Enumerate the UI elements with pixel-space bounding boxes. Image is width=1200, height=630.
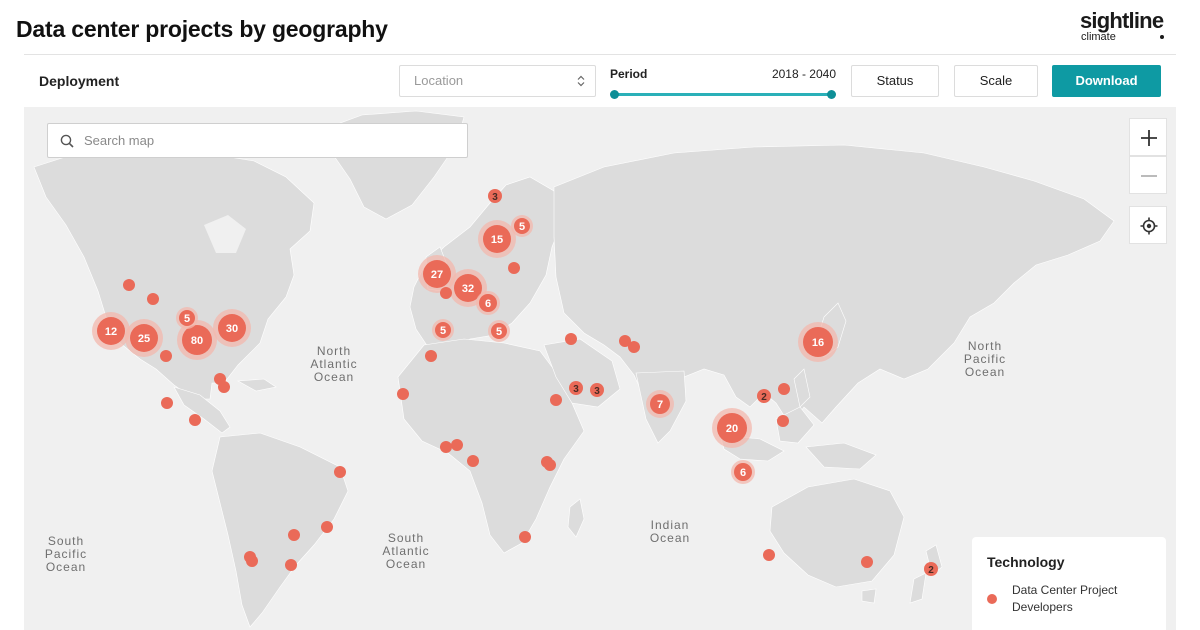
status-label: Status [876, 73, 914, 88]
project-marker[interactable] [861, 556, 873, 568]
project-marker[interactable] [628, 341, 640, 353]
ocean-label-south-atlantic: South Atlantic Ocean [382, 531, 430, 571]
legend-swatch [987, 594, 997, 604]
minus-icon [1141, 175, 1157, 177]
download-button[interactable]: Download [1052, 65, 1161, 113]
location-placeholder: Location [414, 73, 464, 88]
project-marker[interactable] [440, 441, 452, 453]
period-range: 2018 - 2040 [771, 67, 836, 81]
project-marker[interactable] [246, 555, 258, 567]
cluster-count: 3 [492, 192, 498, 203]
cluster-count: 5 [184, 313, 190, 325]
cluster-count: 32 [462, 283, 474, 295]
project-marker[interactable] [160, 350, 172, 362]
search-input[interactable]: Search map [47, 123, 468, 158]
project-marker[interactable] [451, 439, 463, 451]
project-marker[interactable] [778, 383, 790, 395]
project-marker[interactable] [565, 333, 577, 345]
project-marker[interactable] [467, 455, 479, 467]
toolbar-title: Deployment [39, 73, 120, 89]
page-title: Data center projects by geography [16, 16, 388, 42]
status-button[interactable]: Status [851, 65, 939, 113]
project-marker[interactable] [285, 559, 297, 571]
cluster-count: 80 [191, 335, 203, 347]
cluster-count: 25 [138, 333, 150, 345]
cluster-count: 5 [519, 221, 525, 233]
locate-button[interactable] [1129, 206, 1167, 244]
cluster-count: 7 [657, 399, 663, 411]
cluster-count: 3 [573, 384, 579, 395]
ocean-label-south-pacific: South Pacific Ocean [44, 534, 88, 574]
legend: Technology Data Center Project Developer… [972, 537, 1166, 630]
project-marker[interactable] [777, 415, 789, 427]
project-marker[interactable] [321, 521, 333, 533]
cluster-count: 12 [105, 326, 117, 338]
ocean-label-indian: Indian Ocean [649, 518, 691, 545]
period-start-handle[interactable] [610, 90, 619, 99]
cluster-count: 2 [928, 565, 934, 576]
project-marker[interactable] [334, 466, 346, 478]
zoom-out-button[interactable] [1129, 156, 1167, 194]
ocean-label-north-pacific: North Pacific Ocean [963, 339, 1007, 379]
cluster-count: 6 [740, 467, 746, 479]
project-marker[interactable] [425, 350, 437, 362]
search-icon [60, 134, 74, 148]
project-marker[interactable] [161, 397, 173, 409]
cluster-count: 6 [485, 298, 491, 310]
cluster-count: 16 [812, 337, 824, 349]
download-label: Download [1075, 73, 1138, 88]
project-marker[interactable] [544, 459, 556, 471]
locate-icon [1140, 217, 1158, 235]
brand-dot [1160, 35, 1164, 39]
project-marker[interactable] [218, 381, 230, 393]
cluster-count: 5 [496, 326, 502, 338]
project-marker[interactable] [763, 549, 775, 561]
brand-sub: climate [1081, 31, 1116, 43]
brand-logo: sightline climate [1080, 8, 1164, 46]
zoom-in-button[interactable] [1129, 118, 1167, 156]
project-marker[interactable] [397, 388, 409, 400]
period-label: Period [610, 67, 648, 81]
updown-icon [577, 75, 585, 87]
period-end-handle[interactable] [827, 90, 836, 99]
project-marker[interactable] [123, 279, 135, 291]
project-marker[interactable] [508, 262, 520, 274]
ocean-label-north-atlantic: North Atlantic Ocean [310, 344, 358, 384]
legend-label: Data Center Project Developers [1012, 583, 1118, 614]
project-marker[interactable] [550, 394, 562, 406]
legend-title: Technology [987, 554, 1065, 570]
project-marker[interactable] [288, 529, 300, 541]
toolbar: Deployment Location Period 2018 - 2040 S… [24, 55, 1176, 113]
cluster-count: 20 [726, 423, 738, 435]
cluster-count: 15 [491, 234, 503, 246]
cluster-count: 27 [431, 269, 443, 281]
cluster-count: 30 [226, 323, 238, 335]
project-marker[interactable] [440, 287, 452, 299]
period-track[interactable] [614, 93, 832, 96]
world-map[interactable]: 12 25 80 30 5 27 32 15 5 3 6 5 5 3 3 7 20 6 2 16 2 North Atl… [24, 107, 1176, 630]
cluster-count: 2 [761, 392, 767, 403]
scale-label: Scale [979, 73, 1013, 88]
project-marker[interactable] [519, 531, 531, 543]
project-marker[interactable] [147, 293, 159, 305]
location-select[interactable]: Location [399, 65, 596, 97]
cluster-count: 3 [594, 386, 600, 397]
cluster-count: 5 [440, 325, 446, 337]
scale-button[interactable]: Scale [954, 65, 1038, 113]
period-slider[interactable]: Period 2018 - 2040 [610, 66, 836, 99]
search-placeholder: Search map [84, 133, 155, 148]
project-marker[interactable] [189, 414, 201, 426]
plus-icon [1141, 130, 1157, 146]
